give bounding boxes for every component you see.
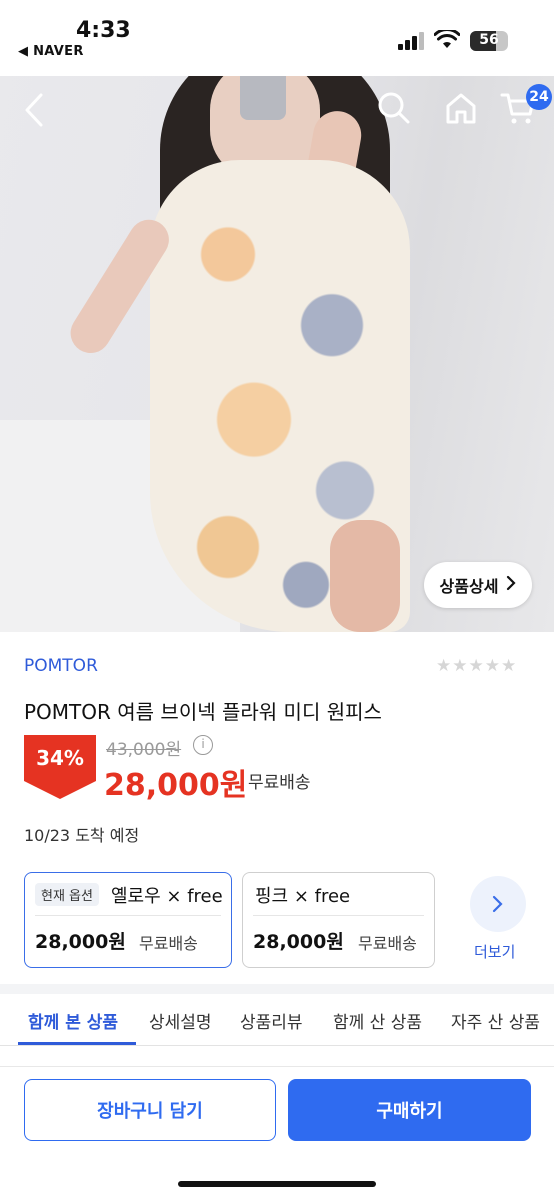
tab-description[interactable]: 상세설명 <box>149 1008 212 1033</box>
option-shipping: 무료배송 <box>358 934 417 953</box>
option-card-pink[interactable]: 핑크 × free 28,000원 무료배송 <box>242 872 435 968</box>
option-name: 핑크 × free <box>255 886 351 907</box>
back-to-app-link[interactable]: ◀ NAVER <box>18 44 84 59</box>
more-options-button[interactable] <box>470 876 526 932</box>
tab-viewed-together[interactable]: 함께 본 상품 <box>28 1008 118 1033</box>
battery-level: 56 <box>479 32 499 48</box>
battery-icon: 56 <box>470 31 508 51</box>
option-divider <box>35 915 221 916</box>
home-icon[interactable] <box>443 90 479 126</box>
status-bar: 4:33 ◀ NAVER 56 <box>0 0 554 76</box>
chevron-right-icon <box>506 575 516 595</box>
original-price: 43,000원 <box>106 740 182 760</box>
tab-bar: 함께 본 상품 상세설명 상품리뷰 함께 산 상품 자주 산 상품 <box>0 994 554 1046</box>
tab-frequently-bought[interactable]: 자주 산 상품 <box>451 1008 540 1033</box>
wifi-icon <box>433 28 461 55</box>
discount-rate: 34% <box>36 746 84 770</box>
section-divider <box>0 984 554 994</box>
current-option-tag: 현재 옵션 <box>35 883 99 906</box>
search-icon[interactable] <box>376 90 412 126</box>
home-indicator <box>178 1181 376 1187</box>
option-shipping: 무료배송 <box>139 934 198 953</box>
option-price: 28,000원 <box>253 931 344 953</box>
status-time: 4:33 <box>76 18 131 43</box>
option-price: 28,000원 <box>35 931 126 953</box>
product-detail-label: 상품상세 <box>439 577 499 596</box>
info-icon[interactable]: i <box>193 735 213 755</box>
bottom-action-bar: 장바구니 담기 구매하기 <box>0 1066 554 1200</box>
option-card-yellow[interactable]: 현재 옵션 옐로우 × free 28,000원 무료배송 <box>24 872 232 968</box>
add-to-cart-button[interactable]: 장바구니 담기 <box>24 1079 276 1141</box>
cart-count-badge: 24 <box>526 84 552 110</box>
arrival-date: 10/23 도착 예정 <box>24 826 140 845</box>
chevron-left-icon[interactable] <box>22 92 46 128</box>
option-name: 옐로우 × free <box>111 886 223 907</box>
buy-now-button[interactable]: 구매하기 <box>288 1079 531 1141</box>
option-divider <box>253 915 424 916</box>
product-title: POMTOR 여름 브이넥 플라워 미디 원피스 <box>24 700 382 724</box>
tab-reviews[interactable]: 상품리뷰 <box>240 1008 303 1033</box>
brand-name[interactable]: POMTOR <box>24 656 98 676</box>
rating-stars: ★★★★★ <box>436 656 518 676</box>
more-options-label[interactable]: 더보기 <box>474 941 515 962</box>
product-detail-button[interactable]: 상품상세 <box>424 562 532 608</box>
shipping-info: 무료배송 <box>248 773 311 793</box>
tab-bought-together[interactable]: 함께 산 상품 <box>333 1008 422 1033</box>
active-tab-indicator <box>18 1042 136 1045</box>
sale-price: 28,000원 <box>104 768 248 803</box>
image-model-leg <box>330 520 400 632</box>
signal-icon <box>398 32 428 50</box>
